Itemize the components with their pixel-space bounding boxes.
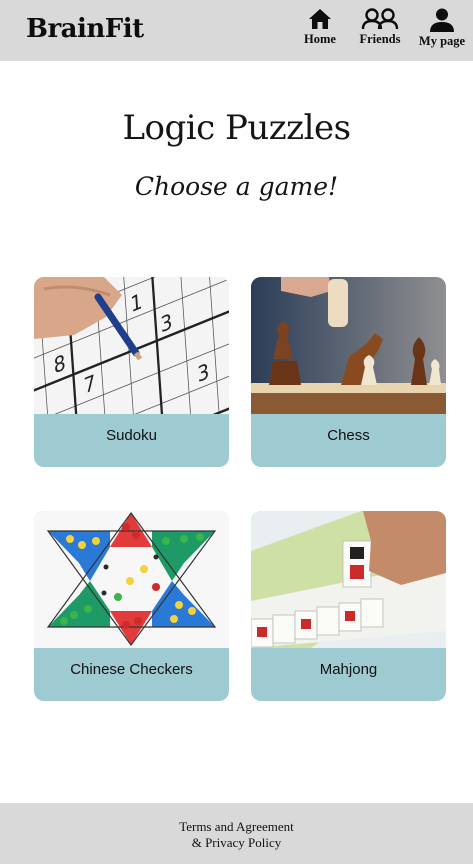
game-card-label: Sudoku (106, 427, 157, 444)
brand-logo[interactable]: BrainFit (26, 14, 144, 44)
svg-text:7: 7 (83, 370, 97, 399)
svg-text:1: 1 (130, 288, 144, 317)
page-subtitle: Choose a game! (134, 172, 339, 201)
game-card-label: Mahjong (319, 661, 378, 678)
privacy-policy-link[interactable]: & Privacy Policy (0, 835, 473, 851)
game-card-mahjong[interactable]: Mahjong (251, 511, 446, 701)
mahjong-image (251, 511, 446, 648)
footer: Terms and Agreement & Privacy Policy (0, 803, 473, 864)
game-card-label: Chess (327, 427, 370, 444)
game-card-label: Chinese Checkers (70, 661, 193, 678)
svg-text:8: 8 (53, 349, 67, 378)
page-title: Logic Puzzles (122, 108, 351, 148)
friends-icon (361, 8, 399, 30)
svg-text:3: 3 (197, 358, 211, 387)
home-icon (309, 9, 331, 29)
nav-home[interactable]: Home (300, 8, 340, 47)
svg-text:3: 3 (160, 308, 174, 337)
game-card-chinese-checkers[interactable]: Chinese Checkers (34, 511, 229, 701)
terms-link[interactable]: Terms and Agreement (0, 803, 473, 835)
chess-image (251, 277, 446, 414)
nav-friends-label: Friends (359, 32, 401, 46)
chinese-checkers-image (34, 511, 229, 648)
sudoku-image: 871 335 (34, 277, 229, 414)
nav-friends[interactable]: Friends (355, 8, 405, 47)
user-icon (430, 8, 454, 32)
nav-my-page-label: My page (418, 34, 466, 48)
nav-home-label: Home (304, 32, 336, 46)
game-card-chess[interactable]: Chess (251, 277, 446, 467)
top-navigation-bar: BrainFit Home Friends My page (0, 0, 473, 61)
game-card-sudoku[interactable]: 871 335 Sudoku (34, 277, 229, 467)
nav-my-page[interactable]: My page (416, 8, 468, 49)
